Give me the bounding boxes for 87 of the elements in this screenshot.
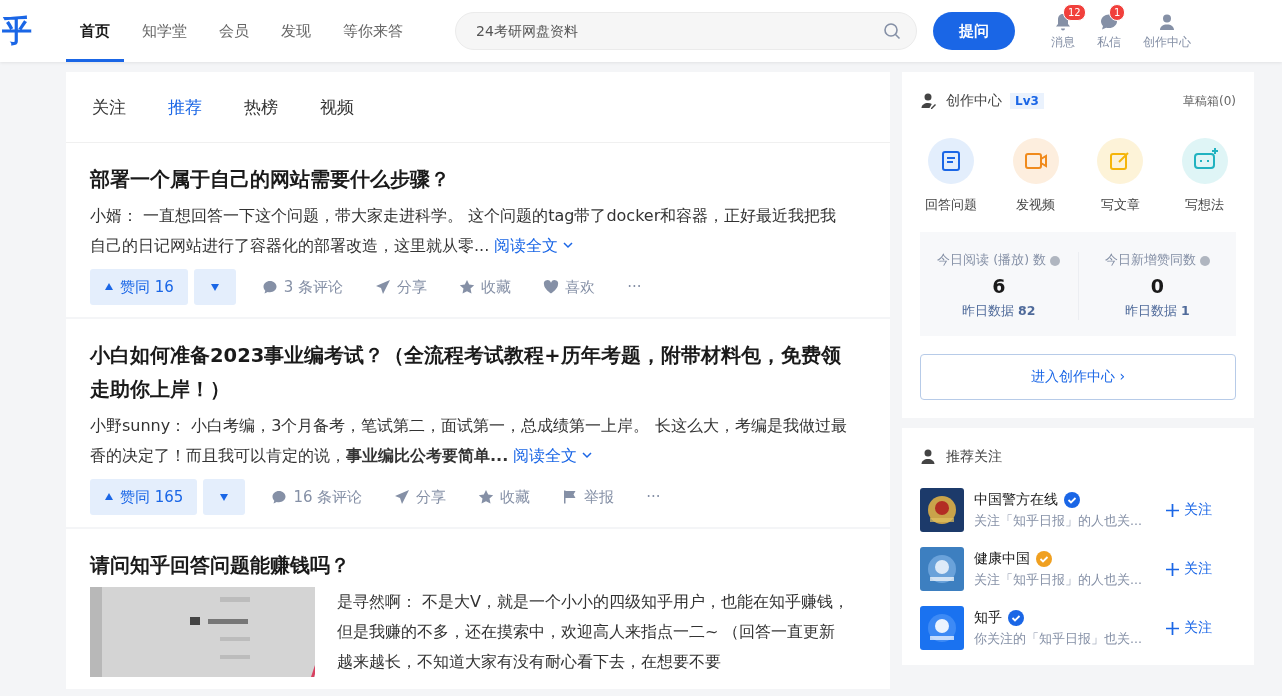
tool-label[interactable]: 发视频 [1016, 196, 1056, 214]
pencil-icon[interactable] [1097, 138, 1144, 184]
action-label[interactable]: 消息 [1051, 33, 1075, 51]
user-name[interactable]: 知乎 [974, 608, 1002, 627]
stat-label: 今日新增赞同数 [1104, 252, 1196, 269]
action-label[interactable]: 私信 [1097, 33, 1121, 51]
more-button[interactable]: ··· [621, 277, 648, 297]
read-more-link[interactable]: 阅读全文 [494, 236, 575, 255]
read-more-link[interactable]: 阅读全文 [513, 446, 594, 465]
answer-excerpt[interactable]: 小婿： 一直想回答一下这个问题，带大家走进科学。 这个问题的tag带了docker和容器，正好最近我把我自己的日记网站进行了容器化的部署改造，这里就从零... 阅读全文 [90, 201, 850, 261]
stat-value: 6 [992, 275, 1006, 297]
heart-button[interactable]: 喜欢 [537, 276, 602, 298]
drafts-link[interactable]: 草稿箱(0) [1183, 92, 1236, 110]
answer-excerpt[interactable]: 是寻然啊： 不是大V，就是一个小小的四级知乎用户，也能在知乎赚钱，但是我赚的不多，还在摸索中，欢迎高人来指点一二~ （回答一直更新越来越长，不知道大家有没有耐心看下去，在想要不要 [337, 587, 850, 677]
tool-label[interactable]: 写文章 [1100, 196, 1140, 214]
info-icon [1199, 255, 1210, 266]
plus-icon [1166, 503, 1179, 517]
camera-icon[interactable] [1012, 138, 1059, 184]
triangle-icon [104, 492, 114, 502]
comment-button[interactable]: 3 条评论 [255, 276, 350, 298]
ask-button[interactable]: 提问 [933, 12, 1015, 50]
panel-title: 创作中心 [946, 92, 1002, 110]
feed-tab[interactable]: 视频 [320, 95, 354, 119]
triangle-icon [104, 282, 114, 292]
stat-value: 0 [1150, 275, 1164, 297]
share-button[interactable]: 分享 [388, 486, 453, 508]
more-button[interactable]: ··· [640, 487, 667, 507]
triangle-icon [209, 282, 220, 292]
user-name[interactable]: 中国警方在线 [974, 490, 1058, 509]
star-icon [459, 279, 476, 295]
downvote-button[interactable] [193, 269, 236, 305]
enter-creator-button[interactable]: 进入创作中心 › [920, 354, 1236, 400]
tool-label[interactable]: 写想法 [1185, 196, 1225, 214]
downvote-button[interactable] [203, 479, 246, 515]
action-label[interactable]: 创作中心 [1143, 33, 1191, 51]
share-button[interactable]: 分享 [369, 276, 434, 298]
heart-icon [543, 279, 560, 295]
upvote-button[interactable]: 赞同 165 [90, 479, 198, 515]
yesterday-stat: 昨日数据 82 [962, 303, 1036, 320]
comment-icon [271, 489, 288, 505]
chevron-down-icon[interactable] [562, 239, 575, 251]
triangle-icon [219, 492, 230, 502]
chat-icon[interactable] [1181, 138, 1228, 184]
feed-tab[interactable]: 关注 [92, 95, 126, 119]
question-title[interactable]: 请问知乎回答问题能赚钱吗？ [90, 549, 850, 583]
plus-icon [1166, 621, 1179, 635]
logo[interactable]: 乎 [2, 10, 58, 52]
follow-button[interactable]: 关注 [1160, 618, 1218, 638]
user-description: 关注「知乎日报」的人也关... [974, 571, 1143, 589]
panel-title: 推荐关注 [946, 448, 1002, 466]
search-icon[interactable] [883, 22, 901, 40]
paper-plane-icon [394, 489, 411, 505]
nav-tab[interactable]: 会员 [205, 0, 263, 62]
comment-button[interactable]: 16 条评论 [265, 486, 369, 508]
flag-button[interactable]: 举报 [556, 486, 621, 508]
user-description: 关注「知乎日报」的人也关... [974, 512, 1143, 530]
nav-tab[interactable]: 等你来答 [329, 0, 417, 62]
chevron-down-icon[interactable] [581, 449, 594, 461]
nav-tab[interactable]: 首页 [66, 0, 124, 62]
question-title[interactable]: 部署一个属于自己的网站需要什么步骤？ [90, 163, 850, 197]
search-field[interactable]: 24考研网盘资料 [455, 12, 917, 50]
user-icon [920, 92, 938, 110]
count-badge: 1 [1109, 3, 1126, 21]
yesterday-stat: 昨日数据 1 [1124, 303, 1190, 320]
comment-icon [261, 279, 278, 295]
document-icon[interactable] [928, 138, 974, 184]
info-icon [1050, 255, 1061, 266]
stat-label: 今日阅读 (播放) 数 [937, 252, 1047, 269]
user-description: 你关注的「知乎日报」也关... [974, 630, 1143, 648]
feed-tab[interactable]: 热榜 [244, 95, 278, 119]
answer-excerpt[interactable]: 小野sunny： 小白考编，3个月备考，笔试第二，面试第一，总成绩第一上岸。 长这么大，考编是我做过最香的决定了！而且我可以肯定的说，事业编比公考要简单... 阅读全文 [90, 411, 850, 471]
level-badge: Lv3 [1010, 93, 1044, 109]
paper-plane-icon [375, 279, 392, 295]
count-badge: 12 [1063, 3, 1086, 21]
upvote-button[interactable]: 赞同 16 [90, 269, 188, 305]
follow-button[interactable]: 关注 [1160, 500, 1218, 520]
question-title[interactable]: 小白如何准备2023事业编考试？（全流程考试教程+历年考题，附带材料包，免费领走助你上岸！） [90, 339, 850, 407]
plus-icon [1166, 562, 1179, 576]
star-button[interactable]: 收藏 [472, 486, 537, 508]
star-button[interactable]: 收藏 [453, 276, 518, 298]
follow-button[interactable]: 关注 [1160, 559, 1218, 579]
feed-tab[interactable]: 推荐 [168, 95, 202, 119]
nav-tab[interactable]: 知学堂 [128, 0, 201, 62]
user-name[interactable]: 健康中国 [974, 549, 1030, 568]
star-icon [478, 489, 495, 505]
tool-label[interactable]: 回答问题 [925, 196, 977, 214]
nav-tab[interactable]: 发现 [267, 0, 325, 62]
